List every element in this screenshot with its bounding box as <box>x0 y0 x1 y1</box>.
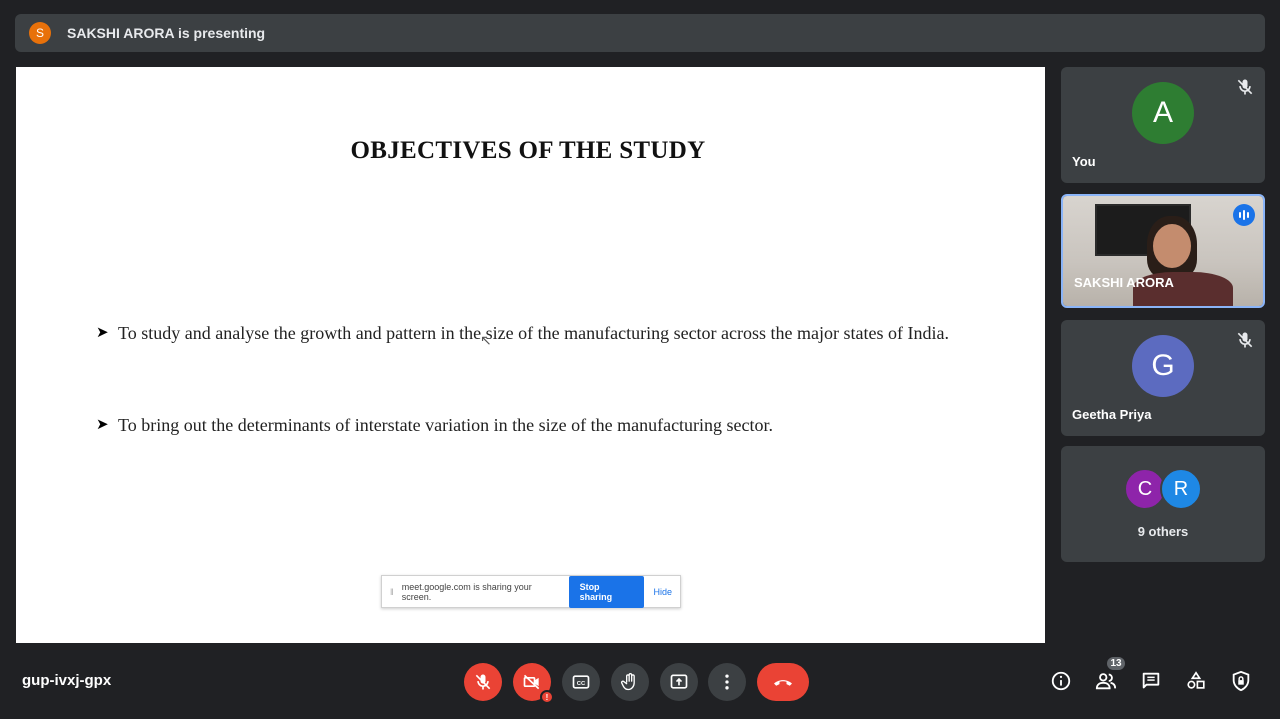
mic-off-icon <box>475 674 491 690</box>
meeting-code: gup-ivxj-gpx <box>22 672 112 689</box>
end-call-icon <box>774 680 792 686</box>
svg-text:CC: CC <box>577 681 586 687</box>
stop-sharing-button[interactable]: Stop sharing <box>568 575 645 608</box>
presenter-avatar: S <box>29 22 51 44</box>
chat-button[interactable] <box>1139 669 1163 693</box>
slide-bullet: ➤ To bring out the determinants of inter… <box>96 414 966 437</box>
host-controls-icon <box>1232 670 1250 692</box>
drag-handle-icon[interactable]: ‖ <box>390 587 394 597</box>
cursor-icon: ↖ <box>480 332 492 348</box>
mic-off-icon <box>1237 79 1253 95</box>
captions-icon: CC <box>572 675 590 689</box>
presenting-text: SAKSHI ARORA is presenting <box>67 25 266 41</box>
camera-off-icon <box>523 674 540 690</box>
participant-name: You <box>1072 154 1096 169</box>
raise-hand-icon <box>620 673 635 691</box>
participant-name: SAKSHI ARORA <box>1074 275 1174 290</box>
sharing-message: meet.google.com is sharing your screen. <box>401 581 532 602</box>
host-controls-button[interactable] <box>1229 669 1253 693</box>
hide-button[interactable]: Hide <box>653 587 672 597</box>
people-button[interactable] <box>1094 669 1118 693</box>
more-icon <box>725 674 729 690</box>
activities-icon <box>1187 671 1205 689</box>
captions-button[interactable]: CC <box>562 663 600 701</box>
present-button[interactable] <box>660 663 698 701</box>
participant-tile-presenter[interactable]: SAKSHI ARORA <box>1061 194 1265 308</box>
arrow-bullet-icon: ➤ <box>96 417 109 433</box>
meeting-details-button[interactable] <box>1049 669 1073 693</box>
activities-button[interactable] <box>1184 669 1208 693</box>
camera-toggle-button[interactable]: ! <box>513 663 554 704</box>
slide-title: OBJECTIVES OF THE STUDY <box>350 137 706 164</box>
slide-bullet: ➤ To study and analyse the growth and pa… <box>96 322 966 345</box>
people-icon <box>1095 673 1117 690</box>
sharing-popup: ‖ meet.google.com is sharing your screen… <box>381 575 681 608</box>
arrow-bullet-icon: ➤ <box>96 325 109 341</box>
participant-tile-you[interactable]: A You <box>1061 67 1265 183</box>
avatar: R <box>1160 468 1202 510</box>
bullet-text: To bring out the determinants of interst… <box>118 415 774 435</box>
warning-icon: ! <box>540 690 554 704</box>
avatar: G <box>1132 335 1194 397</box>
chat-icon <box>1142 672 1160 689</box>
participant-tile-geetha[interactable]: G Geetha Priya <box>1061 320 1265 436</box>
avatar: A <box>1132 82 1194 144</box>
leave-call-button[interactable] <box>757 663 809 701</box>
present-icon <box>670 674 688 689</box>
info-icon <box>1051 671 1071 691</box>
others-count: 9 others <box>1137 524 1189 539</box>
presenting-banner: S SAKSHI ARORA is presenting <box>15 14 1265 52</box>
participant-name: Geetha Priya <box>1072 407 1152 422</box>
speaking-indicator-icon <box>1233 204 1255 226</box>
mic-toggle-button[interactable] <box>464 663 502 701</box>
more-options-button[interactable] <box>708 663 746 701</box>
shared-screen: OBJECTIVES OF THE STUDY ➤ To study and a… <box>16 67 1045 643</box>
mic-off-icon <box>1237 332 1253 348</box>
bullet-text: To study and analyse the growth and patt… <box>118 323 949 343</box>
participant-count-badge: 13 <box>1105 655 1127 672</box>
participant-tile-others[interactable]: C R 9 others <box>1061 446 1265 562</box>
raise-hand-button[interactable] <box>611 663 649 701</box>
